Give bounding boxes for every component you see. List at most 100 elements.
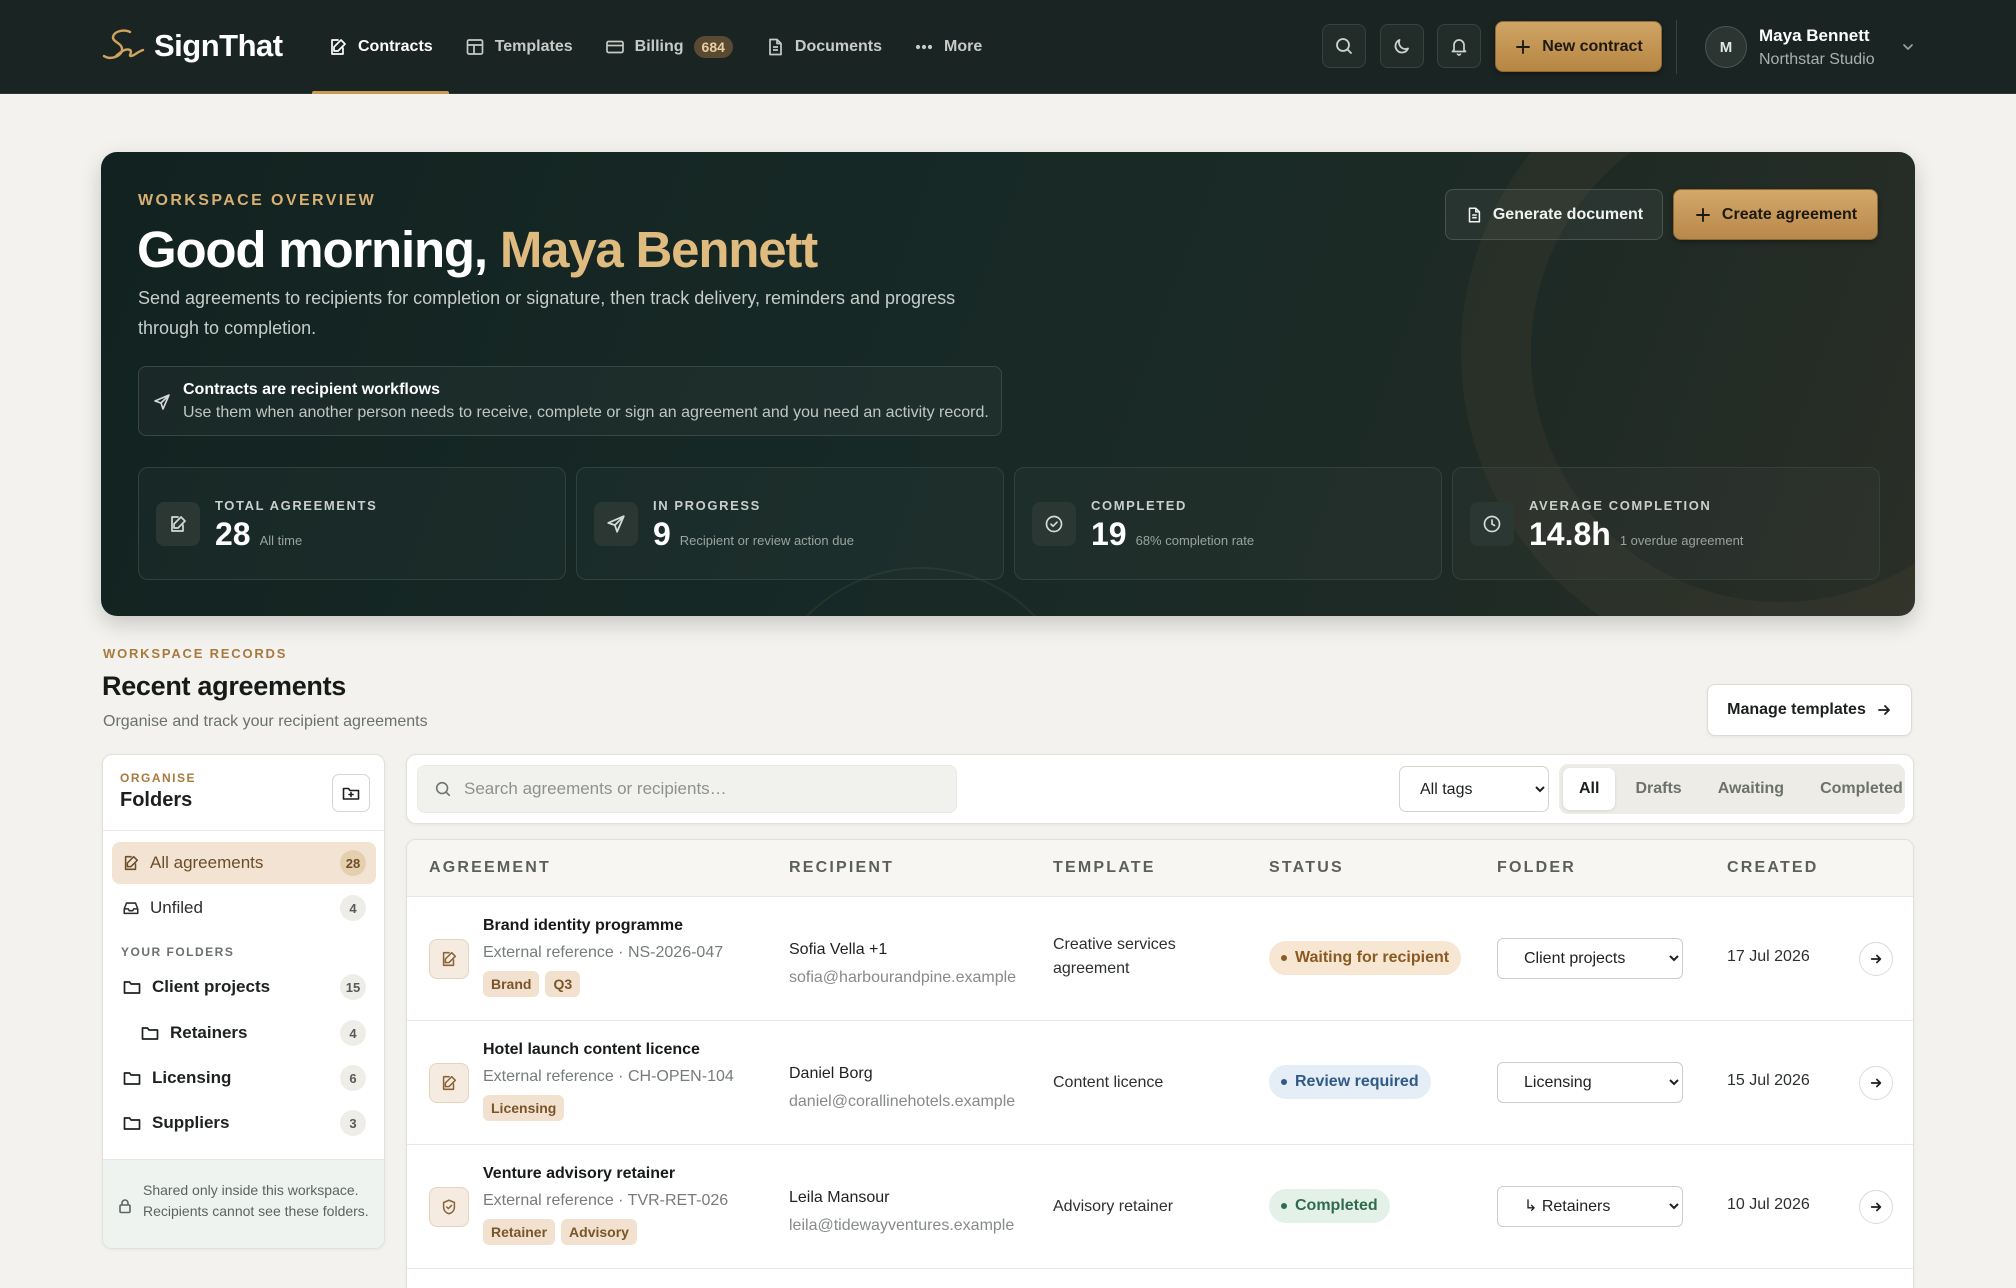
manage-templates-label: Manage templates <box>1727 701 1866 718</box>
tag-badge: Retainer <box>483 1219 556 1245</box>
nav-documents[interactable]: Documents <box>749 0 898 94</box>
tag-filter-select[interactable]: All tags <box>1399 766 1549 812</box>
recipient-name: Daniel Borg <box>789 1065 873 1082</box>
signature-logo-icon <box>102 29 145 59</box>
nav-contracts[interactable]: Contracts <box>312 0 449 94</box>
stat-row: 9 Recipient or review action due <box>653 516 854 553</box>
folders-title: Folders <box>120 789 193 811</box>
template-name-line: Content licence <box>1053 1074 1164 1091</box>
nav-more-label: More <box>944 38 983 55</box>
agreement-reference: External reference · CH-OPEN-104 <box>483 1068 734 1085</box>
brand-logo[interactable]: SignThat <box>100 24 283 68</box>
folder-retainers[interactable]: Retainers 4 <box>112 1012 376 1054</box>
records-subtitle: Organise and track your recipient agreem… <box>103 713 428 730</box>
add-folder-button[interactable] <box>332 774 370 812</box>
info-text: Use them when another person needs to re… <box>183 404 989 421</box>
agreement-title[interactable]: Hotel launch content licence <box>483 1041 700 1059</box>
user-menu[interactable]: M Maya Bennett Northstar Studio <box>1705 22 1915 72</box>
shield-check-icon <box>442 1199 456 1215</box>
billing-count-badge: 684 <box>693 36 733 58</box>
more-icon <box>915 44 933 50</box>
theme-toggle-button[interactable] <box>1380 24 1424 68</box>
create-agreement-button[interactable]: Create agreement <box>1673 189 1878 240</box>
manage-templates-button[interactable]: Manage templates <box>1707 684 1912 736</box>
agreement-title[interactable]: Venture advisory retainer <box>483 1165 675 1183</box>
nav-more[interactable]: More <box>898 0 998 94</box>
tab-completed[interactable]: Completed <box>1804 768 1919 810</box>
status-badge: Completed <box>1269 1189 1390 1223</box>
stat-icon-wrap <box>594 502 638 546</box>
stat-row: 19 68% completion rate <box>1091 516 1254 553</box>
folder-count: 4 <box>340 895 366 921</box>
nav-templates[interactable]: Templates <box>449 0 589 94</box>
created-date: 15 Jul 2026 <box>1727 1072 1810 1089</box>
stat-value: 14.8h <box>1529 516 1611 552</box>
row-folder-select[interactable]: Licensing <box>1497 1062 1683 1103</box>
folder-label: Client projects <box>152 977 271 996</box>
stat-card-in-progress: IN PROGRESS 9 Recipient or review action… <box>576 467 1004 580</box>
agreements-table: AGREEMENT RECIPIENT TEMPLATE STATUS FOLD… <box>406 839 1914 1288</box>
stat-icon-wrap <box>1470 502 1514 546</box>
agreement-tags: Retainer Advisory <box>483 1219 637 1245</box>
folder-count: 4 <box>340 1020 366 1046</box>
open-agreement-button[interactable] <box>1859 1066 1893 1100</box>
nav-documents-label: Documents <box>794 38 883 55</box>
arrow-right-icon <box>1877 705 1890 715</box>
folder-label: Unfiled <box>150 898 203 917</box>
folder-client-projects[interactable]: Client projects 15 <box>112 966 376 1008</box>
new-contract-button[interactable]: New contract <box>1495 21 1662 72</box>
open-agreement-button[interactable] <box>1859 1190 1893 1224</box>
tag-badge: Brand <box>483 971 540 997</box>
table-row[interactable]: Hotel launch content licence External re… <box>407 1021 1913 1145</box>
tab-drafts[interactable]: Drafts <box>1619 768 1697 810</box>
records-eyebrow: WORKSPACE RECORDS <box>103 646 288 661</box>
stat-label: COMPLETED <box>1091 498 1188 513</box>
table-row[interactable]: Venture advisory retainer External refer… <box>407 1145 1913 1269</box>
chevron-down-icon <box>1902 44 1913 50</box>
stat-icon-wrap <box>1032 502 1076 546</box>
search-box <box>417 765 957 813</box>
folder-label: Licensing <box>152 1068 232 1087</box>
folder-unfiled[interactable]: Unfiled 4 <box>112 887 376 929</box>
nav-billing[interactable]: Billing 684 <box>589 0 749 94</box>
table-row[interactable]: Brand identity programme External refere… <box>407 897 1913 1021</box>
greeting-title: Good morning, Maya Bennett <box>137 220 818 279</box>
your-folders-heading: YOUR FOLDERS <box>121 945 235 959</box>
open-agreement-button[interactable] <box>1859 942 1893 976</box>
agreement-reference: External reference · NS-2026-047 <box>483 944 724 961</box>
table-header: AGREEMENT RECIPIENT TEMPLATE STATUS FOLD… <box>407 840 1913 897</box>
new-contract-label: New contract <box>1542 37 1643 55</box>
row-folder-select[interactable]: ↳ Retainers <box>1497 1186 1683 1227</box>
notifications-button[interactable] <box>1437 24 1481 68</box>
row-folder-select[interactable]: Client projects <box>1497 938 1683 979</box>
folder-count: 3 <box>340 1110 366 1136</box>
agreement-title[interactable]: Brand identity programme <box>483 917 683 935</box>
generate-document-label: Generate document <box>1492 205 1644 223</box>
tab-awaiting[interactable]: Awaiting <box>1702 768 1800 810</box>
plus-icon <box>1516 39 1531 54</box>
nav-divider <box>1676 20 1677 74</box>
search-icon <box>435 781 451 797</box>
agreement-icon-wrap <box>429 939 469 979</box>
stat-label: AVERAGE COMPLETION <box>1529 498 1712 513</box>
stat-sub: All time <box>259 533 303 548</box>
create-agreement-label: Create agreement <box>1721 205 1858 223</box>
stat-row: 28 All time <box>215 516 302 553</box>
status-badge: Waiting for recipient <box>1269 941 1462 975</box>
stat-label: TOTAL AGREEMENTS <box>215 498 378 513</box>
tag-badge: Licensing <box>483 1095 565 1121</box>
generate-document-button[interactable]: Generate document <box>1445 189 1663 240</box>
folder-icon <box>123 1072 141 1085</box>
tab-all[interactable]: All <box>1563 768 1616 810</box>
agreement-icon-wrap <box>429 1063 469 1103</box>
send-icon <box>607 515 625 533</box>
folder-licensing[interactable]: Licensing 6 <box>112 1057 376 1099</box>
folder-suppliers[interactable]: Suppliers 3 <box>112 1102 376 1144</box>
stat-card-completed: COMPLETED 19 68% completion rate <box>1014 467 1442 580</box>
folder-all-agreements[interactable]: All agreements 28 <box>112 842 376 884</box>
plus-icon <box>1695 207 1710 222</box>
search-input[interactable] <box>464 779 924 799</box>
workspace-overview-panel: WORKSPACE OVERVIEW Good morning, Maya Be… <box>101 152 1915 616</box>
folder-plus-icon <box>342 787 360 800</box>
search-button[interactable] <box>1322 24 1366 68</box>
